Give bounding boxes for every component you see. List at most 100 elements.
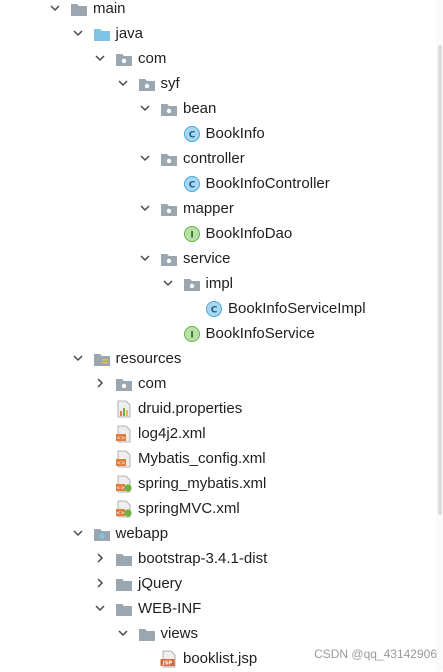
tree-item-label: bootstrap-3.4.1-dist — [138, 550, 268, 567]
class-icon: C — [183, 175, 201, 193]
tree-item-label: com — [138, 375, 167, 392]
tree-row-syf[interactable]: syf — [0, 71, 436, 96]
tree-item-label: BookInfoController — [205, 175, 330, 192]
tree-row-jquery[interactable]: jQuery — [0, 571, 436, 596]
scrollbar-thumb[interactable] — [438, 45, 442, 515]
watermark: CSDN @qq_43142906 — [314, 647, 437, 661]
tree-item-label: druid.properties — [138, 400, 243, 417]
tree-row-bookinfo[interactable]: C BookInfo — [0, 121, 436, 146]
tree-row-log4j2-xml[interactable]: <> log4j2.xml — [0, 421, 436, 446]
package-icon — [160, 150, 178, 168]
package-icon — [115, 375, 133, 393]
tree-row-bookinfodao[interactable]: I BookInfoDao — [0, 221, 436, 246]
package-icon — [160, 100, 178, 118]
svg-text:<>: <> — [116, 436, 126, 442]
tree-row-main[interactable]: main — [0, 0, 436, 21]
tree-item-label: controller — [183, 150, 245, 167]
svg-text:C: C — [188, 131, 195, 141]
properties-file-icon — [115, 400, 133, 418]
tree-row-java[interactable]: java — [0, 21, 436, 46]
tree-item-label: BookInfoService — [205, 325, 315, 342]
interface-icon: I — [183, 325, 201, 343]
scrollbar-track[interactable] — [436, 0, 443, 671]
xml-file-icon: <> — [115, 450, 133, 468]
class-icon: C — [205, 300, 223, 318]
tree-row-bookinfocontroller[interactable]: C BookInfoController — [0, 171, 436, 196]
chevron-down-icon[interactable] — [93, 601, 107, 615]
package-icon — [160, 250, 178, 268]
tree-row-com[interactable]: com — [0, 46, 436, 71]
chevron-down-icon[interactable] — [71, 26, 85, 40]
svg-text:C: C — [188, 181, 195, 191]
tree-item-label: impl — [205, 275, 234, 292]
svg-text:<>: <> — [116, 461, 126, 467]
tree-item-label: Mybatis_config.xml — [138, 450, 266, 467]
chevron-down-icon[interactable] — [138, 201, 152, 215]
chevron-right-icon[interactable] — [93, 576, 107, 590]
package-icon — [183, 275, 201, 293]
tree-row-mybatis-config-xml[interactable]: <> Mybatis_config.xml — [0, 446, 436, 471]
tree-row-com[interactable]: com — [0, 371, 436, 396]
folder-grey-icon — [115, 575, 133, 593]
spring-xml-icon: <> — [115, 475, 133, 493]
tree-row-bootstrap-3-4-1-dist[interactable]: bootstrap-3.4.1-dist — [0, 546, 436, 571]
tree-row-bean[interactable]: bean — [0, 96, 436, 121]
svg-text:<>: <> — [116, 511, 126, 517]
folder-grey-icon — [115, 550, 133, 568]
tree-item-label: BookInfoDao — [205, 225, 293, 242]
chevron-down-icon[interactable] — [48, 1, 62, 15]
folder-grey-icon — [138, 625, 156, 643]
tree-row-springmvc-xml[interactable]: <> springMVC.xml — [0, 496, 436, 521]
svg-text:C: C — [211, 306, 218, 316]
folder-grey-icon — [115, 600, 133, 618]
tree-item-label: bean — [183, 100, 217, 117]
chevron-down-icon[interactable] — [116, 76, 130, 90]
tree-row-web-inf[interactable]: WEB-INF — [0, 596, 436, 621]
folder-blue-icon — [93, 25, 111, 43]
tree-row-spring-mybatis-xml[interactable]: <> spring_mybatis.xml — [0, 471, 436, 496]
tree-item-label: BookInfo — [205, 125, 265, 142]
tree-row-views[interactable]: views — [0, 621, 436, 646]
tree-row-impl[interactable]: impl — [0, 271, 436, 296]
chevron-down-icon[interactable] — [161, 276, 175, 290]
web-folder-icon — [93, 525, 111, 543]
tree-row-mapper[interactable]: mapper — [0, 196, 436, 221]
spring-xml-icon: <> — [115, 500, 133, 518]
tree-item-label: views — [160, 625, 199, 642]
tree-row-bookinfoservice[interactable]: I BookInfoService — [0, 321, 436, 346]
chevron-down-icon[interactable] — [138, 151, 152, 165]
tree-item-label: main — [93, 0, 126, 17]
chevron-down-icon[interactable] — [138, 251, 152, 265]
chevron-down-icon[interactable] — [93, 51, 107, 65]
package-icon — [138, 75, 156, 93]
jsp-file-icon: JSP — [160, 650, 178, 668]
tree-row-bookinfoserviceimpl[interactable]: C BookInfoServiceImpl — [0, 296, 436, 321]
tree-item-label: com — [138, 50, 167, 67]
tree-item-label: WEB-INF — [138, 600, 202, 617]
chevron-down-icon[interactable] — [138, 101, 152, 115]
svg-text:<>: <> — [116, 486, 126, 492]
resources-folder-icon — [93, 350, 111, 368]
interface-icon: I — [183, 225, 201, 243]
chevron-down-icon[interactable] — [71, 351, 85, 365]
svg-text:I: I — [190, 331, 193, 341]
svg-text:I: I — [190, 231, 193, 241]
chevron-right-icon[interactable] — [93, 551, 107, 565]
chevron-down-icon[interactable] — [116, 626, 130, 640]
tree-row-controller[interactable]: controller — [0, 146, 436, 171]
tree-row-service[interactable]: service — [0, 246, 436, 271]
tree-row-webapp[interactable]: webapp — [0, 521, 436, 546]
chevron-down-icon[interactable] — [71, 526, 85, 540]
project-tree: main java com syf bean C BookInfo controller C Bo… — [0, 0, 443, 671]
class-icon: C — [183, 125, 201, 143]
tree-row-resources[interactable]: resources — [0, 346, 436, 371]
xml-file-icon: <> — [115, 425, 133, 443]
package-icon — [115, 50, 133, 68]
tree-item-label: log4j2.xml — [138, 425, 206, 442]
tree-row-druid-properties[interactable]: druid.properties — [0, 396, 436, 421]
tree-item-label: mapper — [183, 200, 234, 217]
tree-item-label: webapp — [115, 525, 169, 542]
folder-grey-icon — [70, 0, 88, 18]
chevron-right-icon[interactable] — [93, 376, 107, 390]
tree-item-label: java — [115, 25, 144, 42]
